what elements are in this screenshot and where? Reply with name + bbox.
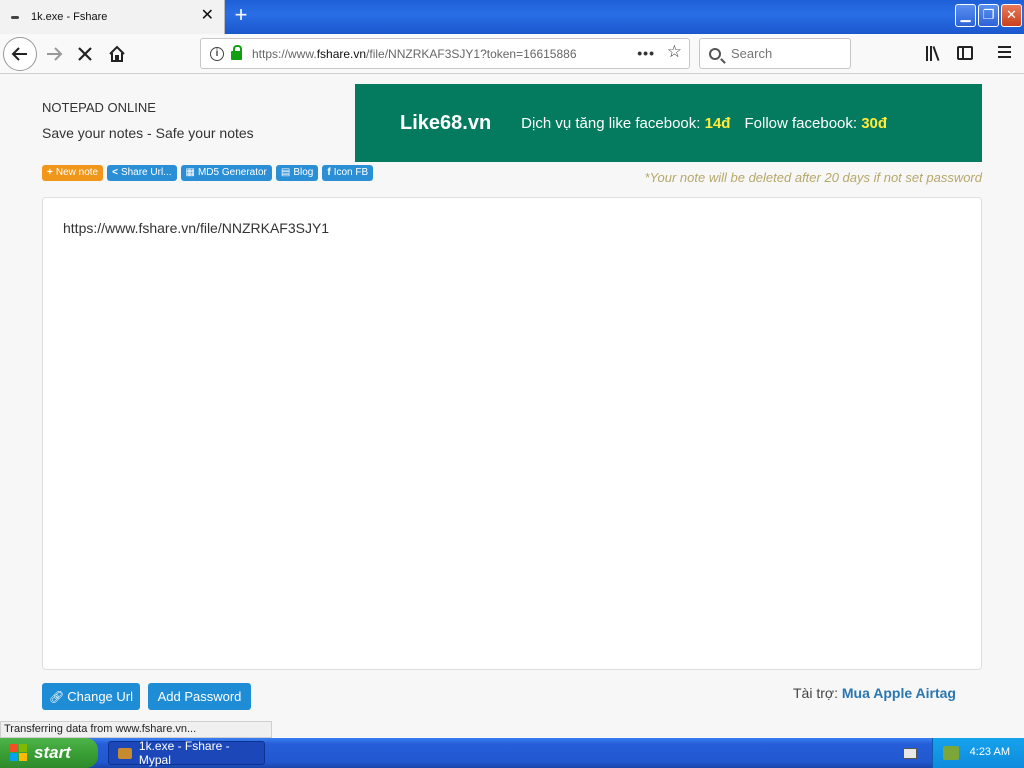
- sponsor-link[interactable]: Mua Apple Airtag: [842, 685, 956, 701]
- site-info-icon[interactable]: i: [210, 46, 224, 61]
- share-url-button[interactable]: < Share Url...: [107, 165, 177, 181]
- ad-banner[interactable]: Like68.vn Dịch vụ tăng like facebook: 14…: [355, 84, 982, 162]
- taskbar-window-button[interactable]: 1k.exe - Fshare - Mypal: [108, 739, 265, 767]
- hamburger-menu-icon[interactable]: [998, 46, 1012, 58]
- new-tab-button[interactable]: +: [230, 4, 252, 28]
- status-bar: Transferring data from www.fshare.vn...: [0, 721, 272, 738]
- tray-clock[interactable]: 4:23 AM: [970, 746, 1010, 758]
- md5-generator-button[interactable]: ▦ MD5 Generator: [180, 165, 272, 181]
- blog-button[interactable]: ▤ Blog: [275, 165, 319, 181]
- share-icon: <: [112, 167, 118, 178]
- forward-button[interactable]: [38, 38, 70, 70]
- url-text[interactable]: https://www.fshare.vn/file/NNZRKAF3SJY1?…: [252, 47, 612, 61]
- system-tray: 4:23 AM: [932, 738, 1024, 768]
- md5-label: MD5 Generator: [197, 167, 267, 178]
- note-toolbar: + New note < Share Url... ▦ MD5 Generato…: [42, 165, 377, 181]
- home-button[interactable]: [101, 38, 133, 70]
- close-window-button[interactable]: ✕: [1001, 4, 1022, 27]
- page-content: NOTEPAD ONLINE Save your notes - Safe yo…: [0, 75, 1024, 738]
- browser-navbar: i https://www.fshare.vn/file/NNZRKAF3SJY…: [0, 34, 1024, 74]
- sponsor-label: Tài trợ:: [793, 685, 838, 701]
- stop-icon: [78, 47, 92, 61]
- plus-icon: +: [47, 167, 53, 178]
- tray-app-icon[interactable]: [943, 746, 959, 760]
- taskbar-window-label: 1k.exe - Fshare - Mypal: [138, 739, 230, 767]
- url-path: /file/NNZRKAF3SJY1?token=16615886: [366, 46, 577, 61]
- search-input[interactable]: [731, 46, 841, 61]
- add-password-label: Add Password: [157, 689, 242, 704]
- ad-like-label: Dịch vụ tăng like facebook:: [521, 114, 701, 132]
- stop-loading-button[interactable]: [69, 38, 101, 70]
- close-tab-icon[interactable]: ✕: [201, 8, 214, 24]
- arrow-right-icon: [47, 47, 63, 61]
- add-password-button[interactable]: Add Password: [148, 683, 251, 710]
- link-icon: 🔗︎: [49, 689, 65, 704]
- start-button[interactable]: start: [0, 738, 98, 768]
- windows-logo-icon: [10, 744, 28, 762]
- ad-brand-name: Like68.vn: [400, 111, 492, 134]
- deletion-notice: *Your note will be deleted after 20 days…: [644, 170, 982, 185]
- address-bar[interactable]: i https://www.fshare.vn/file/NNZRKAF3SJY…: [200, 38, 690, 69]
- brand-title[interactable]: NOTEPAD ONLINE: [42, 100, 156, 115]
- ad-follow-label: Follow facebook:: [744, 114, 858, 132]
- secure-lock-icon[interactable]: [231, 45, 242, 60]
- keyboard-icon[interactable]: [903, 748, 917, 759]
- search-box[interactable]: [699, 38, 851, 69]
- loading-favicon-icon: [11, 15, 19, 19]
- brand-subtitle: Save your notes - Safe your notes: [42, 125, 254, 141]
- url-domain: fshare.vn: [316, 46, 367, 61]
- facebook-icon: f: [327, 167, 331, 178]
- ad-like-text: Dịch vụ tăng like facebook: 14đ: [521, 115, 730, 132]
- tab-title: 1k.exe - Fshare: [31, 11, 108, 23]
- blog-label: Blog: [293, 167, 314, 178]
- note-editor[interactable]: [42, 197, 982, 670]
- browser-tab[interactable]: 1k.exe - Fshare ✕: [0, 0, 225, 34]
- library-icon[interactable]: [926, 46, 942, 61]
- ad-follow-text: Follow facebook: 30đ: [744, 115, 887, 132]
- arrow-left-icon: [11, 47, 27, 61]
- sidebar-toggle-icon[interactable]: [957, 46, 973, 60]
- note-textarea[interactable]: [43, 198, 981, 669]
- share-url-label: Share Url...: [120, 167, 172, 178]
- new-note-button[interactable]: + New note: [42, 165, 104, 181]
- change-url-button[interactable]: 🔗︎ Change Url: [42, 683, 140, 710]
- search-icon: [709, 47, 721, 60]
- document-icon: ▤: [280, 167, 291, 178]
- bookmark-star-icon[interactable]: ☆: [667, 42, 682, 62]
- mypal-app-icon: [118, 747, 132, 759]
- browser-tabstrip: 1k.exe - Fshare ✕ + ▁ ❐ ✕: [0, 0, 1024, 34]
- icon-fb-label: Icon FB: [333, 167, 369, 178]
- ad-follow-price: 30đ: [861, 114, 888, 132]
- url-prefix: https://www.: [252, 46, 317, 61]
- minimize-window-button[interactable]: ▁: [955, 4, 976, 27]
- calculator-icon: ▦: [185, 167, 195, 178]
- icon-fb-button[interactable]: f Icon FB: [322, 165, 374, 181]
- home-icon: [109, 45, 125, 62]
- sponsor: Tài trợ: Mua Apple Airtag: [793, 685, 956, 701]
- change-url-label: Change Url: [67, 689, 133, 704]
- back-button[interactable]: [3, 37, 37, 71]
- restore-window-button[interactable]: ❐: [978, 4, 999, 27]
- ad-like-price: 14đ: [704, 114, 731, 132]
- new-note-label: New note: [55, 167, 99, 178]
- start-label: start: [34, 743, 71, 762]
- windows-taskbar: start 1k.exe - Fshare - Mypal 4:23 AM: [0, 738, 1024, 768]
- page-actions-icon[interactable]: •••: [637, 45, 655, 61]
